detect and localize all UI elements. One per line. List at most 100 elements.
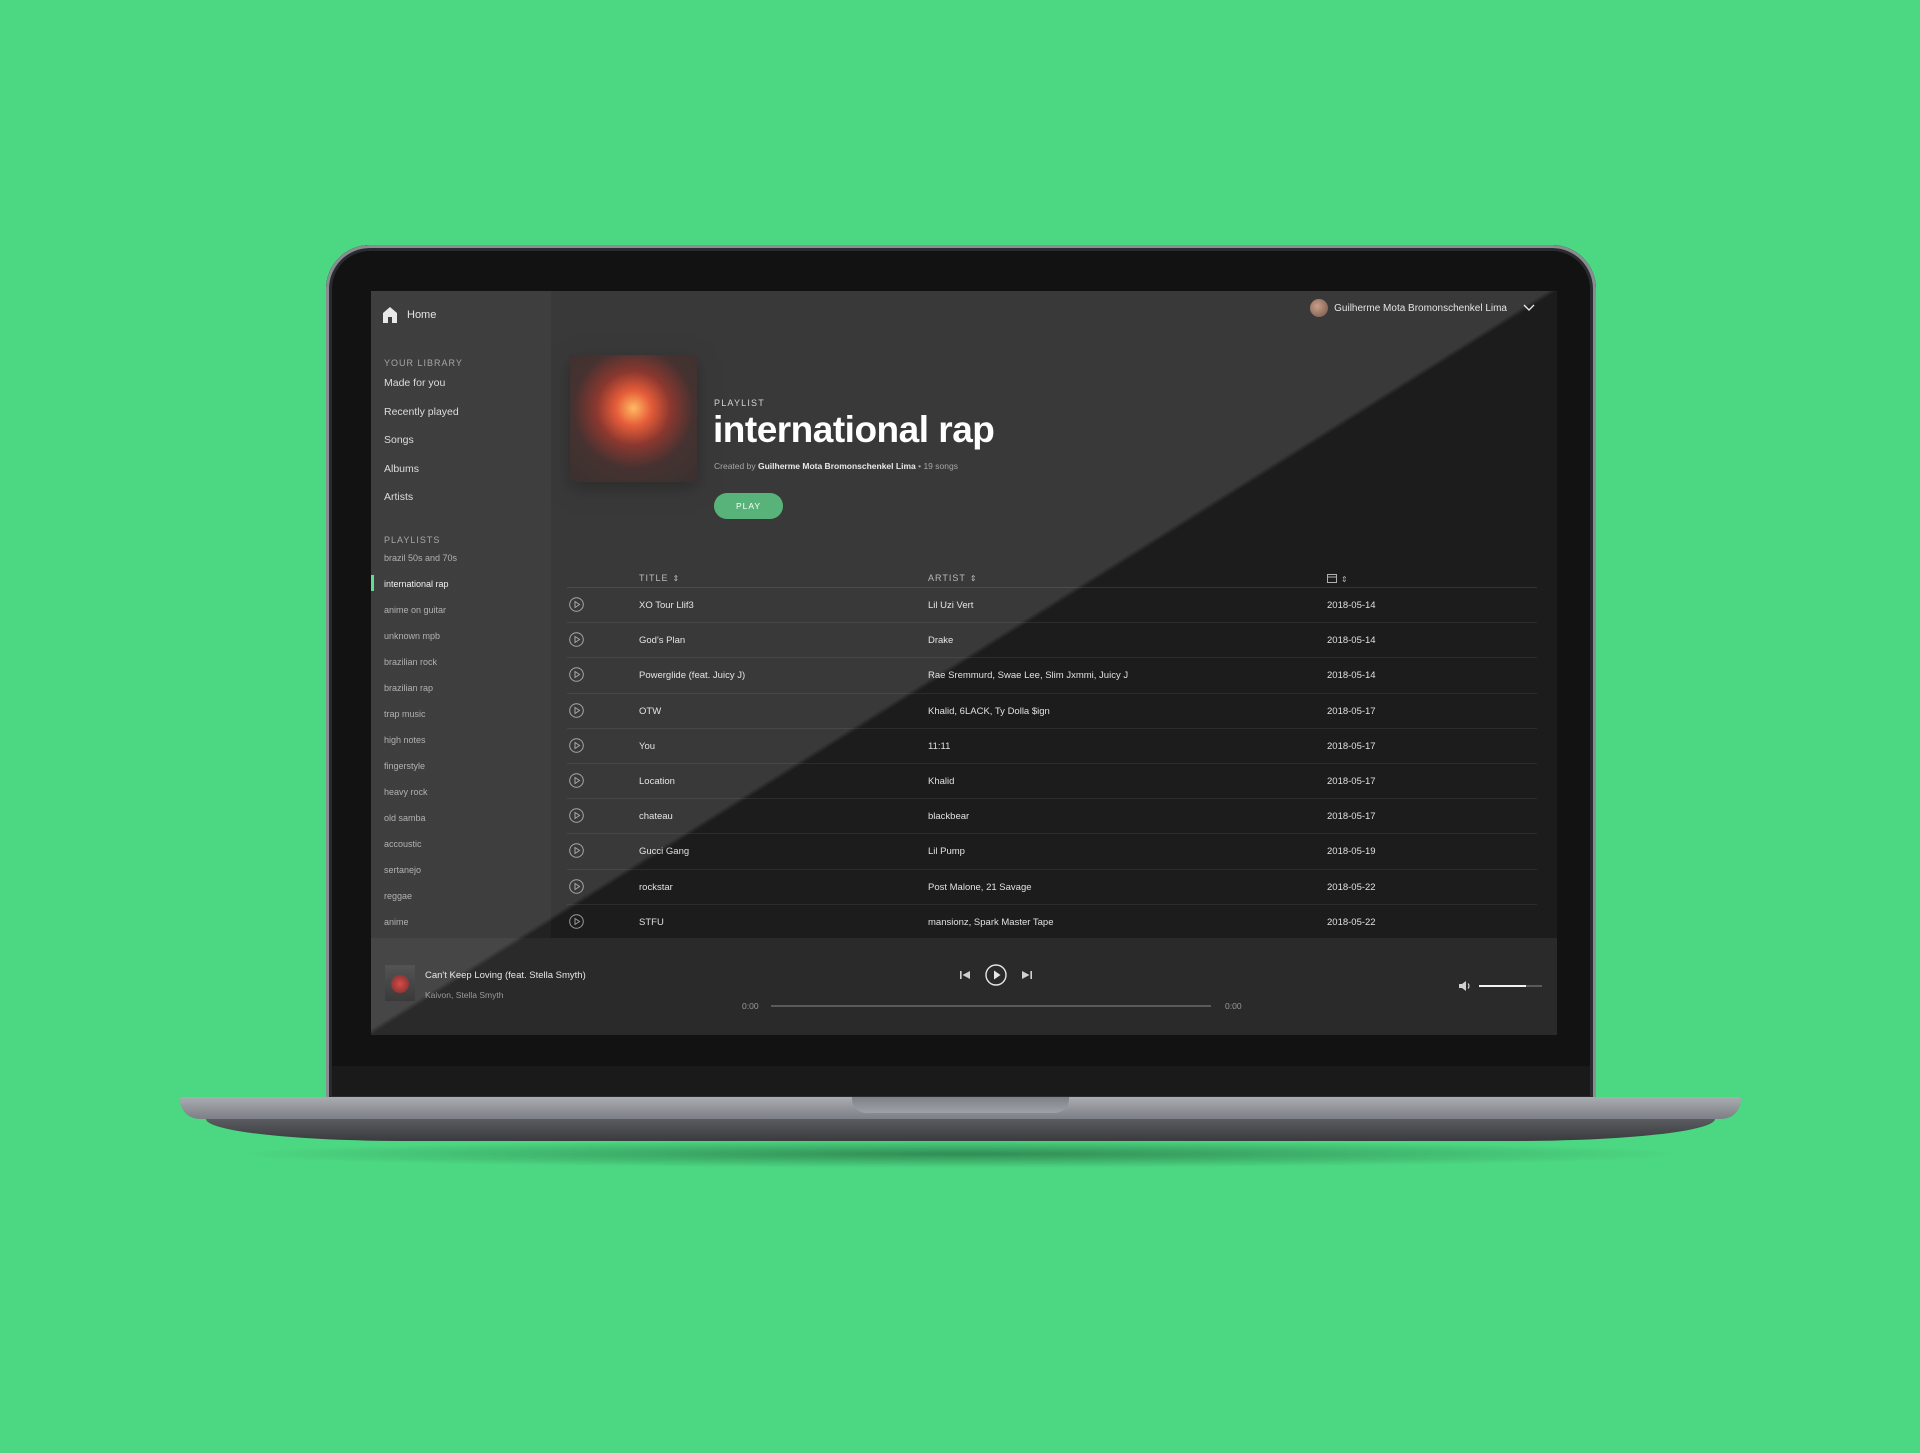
track-title: rockstar (639, 881, 673, 893)
track-title: XO Tour Llif3 (639, 600, 694, 611)
table-row[interactable]: STFU mansionz, Spark Master Tape 2018-05-2… (567, 905, 1537, 940)
playlist-title: international rap (713, 409, 995, 450)
playlist-item-active[interactable]: international rap (371, 575, 457, 605)
sort-icon: ⇕ (672, 574, 681, 583)
playlist-type-label: PLAYLIST (714, 398, 765, 408)
player-bar: Can't Keep Loving (feat. Stella Smyth) K… (371, 938, 1557, 1035)
user-name: Guilherme Mota Bromonschenkel Lima (1334, 302, 1507, 314)
track-artist[interactable]: Drake (928, 635, 953, 646)
tracks-table: TITLE ⇕ ARTIST ⇕ ⇕ XO Tour Llif3 Lil Uzi Ve… (567, 569, 1537, 940)
volume-icon[interactable] (1458, 980, 1472, 992)
track-date-added: 2018-05-17 (1327, 775, 1376, 787)
track-date-added: 2018-05-17 (1327, 705, 1376, 717)
track-date-added: 2018-05-19 (1327, 846, 1376, 858)
track-date-added: 2018-05-14 (1327, 600, 1376, 611)
track-artist[interactable]: 11:11 (928, 741, 950, 752)
playlist-item[interactable]: reggae (384, 891, 457, 917)
calendar-icon (1327, 574, 1337, 583)
now-playing-artist[interactable]: Kaivon, Stella Smyth (425, 990, 503, 1000)
track-title: STFU (639, 916, 664, 928)
playlist-item[interactable]: unknown mpb (384, 631, 457, 657)
library-heading: YOUR LIBRARY (384, 358, 463, 368)
playlist-creator[interactable]: Guilherme Mota Bromonschenkel Lima (758, 461, 916, 471)
play-track-icon[interactable] (569, 667, 584, 683)
column-date-header[interactable]: ⇕ (1327, 573, 1349, 584)
app-screen: Home YOUR LIBRARY Made for you Recently … (371, 291, 1557, 1035)
table-row[interactable]: rockstar Post Malone, 21 Savage 2018-05-22 (567, 870, 1537, 905)
track-artist[interactable]: Khalid, 6LACK, Ty Dolla $ign (928, 706, 1050, 717)
track-artist[interactable]: blackbear (928, 811, 969, 822)
playlist-item[interactable]: heavy rock (384, 787, 457, 813)
play-track-icon[interactable] (569, 808, 584, 823)
play-playlist-button[interactable]: PLAY (714, 493, 783, 519)
track-date-added: 2018-05-17 (1327, 811, 1376, 823)
play-track-icon[interactable] (569, 632, 584, 647)
playlist-item[interactable]: fingerstyle (384, 761, 457, 787)
track-title: Gucci Gang (639, 846, 690, 858)
track-date-added: 2018-05-22 (1327, 916, 1376, 928)
library-item-artists[interactable]: Artists (384, 491, 459, 520)
track-artist[interactable]: Lil Uzi Vert (928, 600, 973, 611)
album-art-graphic (391, 975, 409, 993)
playlist-item[interactable]: brazilian rock (384, 657, 457, 683)
column-title-header[interactable]: TITLE ⇕ (639, 573, 680, 583)
sidebar-home[interactable]: Home (383, 307, 436, 323)
next-icon[interactable] (1021, 969, 1033, 981)
track-title: Location (639, 775, 675, 787)
progress-bar[interactable] (771, 1005, 1211, 1007)
playlist-item[interactable]: brazil 50s and 70s (384, 553, 457, 579)
track-date-added: 2018-05-14 (1327, 635, 1376, 647)
library-item-recently-played[interactable]: Recently played (384, 406, 459, 435)
play-track-icon[interactable] (569, 773, 584, 788)
play-track-icon[interactable] (569, 702, 584, 718)
track-date-added: 2018-05-22 (1327, 881, 1376, 893)
table-row[interactable]: Gucci Gang Lil Pump 2018-05-19 (567, 834, 1537, 870)
column-artist-header[interactable]: ARTIST ⇕ (928, 573, 978, 583)
track-artist[interactable]: Post Malone, 21 Savage (928, 882, 1032, 893)
table-row[interactable]: You 11:11 2018-05-17 (567, 729, 1537, 764)
track-title: You (639, 740, 656, 752)
table-row[interactable]: XO Tour Llif3 Lil Uzi Vert 2018-05-14 (567, 588, 1537, 624)
play-track-icon[interactable] (569, 878, 584, 894)
time-total: 0:00 (1225, 1001, 1242, 1011)
column-title-label: TITLE (639, 573, 669, 583)
track-artist[interactable]: Rae Sremmurd, Swae Lee, Slim Jxmmi, Juic… (928, 670, 1128, 681)
column-artist-label: ARTIST (928, 573, 966, 583)
library-item-albums[interactable]: Albums (384, 463, 459, 492)
table-row[interactable]: OTW Khalid, 6LACK, Ty Dolla $ign 2018-05-1… (567, 694, 1537, 729)
home-icon (383, 307, 397, 323)
track-artist[interactable]: Khalid (928, 776, 954, 787)
playlist-meta: Created by Guilherme Mota Bromonschenkel… (714, 461, 958, 471)
playlist-item[interactable]: brazilian rap (384, 683, 457, 709)
song-count: • 19 songs (918, 461, 958, 471)
volume-slider[interactable] (1479, 985, 1542, 987)
play-track-icon[interactable] (569, 737, 584, 753)
table-row[interactable]: Powerglide (feat. Juicy J) Rae Sremmurd, … (567, 658, 1537, 694)
library-item-made-for-you[interactable]: Made for you (384, 377, 459, 406)
play-track-icon[interactable] (569, 843, 584, 859)
table-row[interactable]: Location Khalid 2018-05-17 (567, 764, 1537, 800)
playlist-item[interactable]: anime on guitar (384, 605, 457, 631)
playlist-item[interactable]: sertanejo (384, 865, 457, 891)
user-menu[interactable]: Guilherme Mota Bromonschenkel Lima (1310, 299, 1535, 317)
playlist-cover (570, 355, 697, 482)
laptop-notch (852, 1097, 1069, 1113)
playlist-item[interactable]: old samba (384, 813, 457, 839)
play-track-icon[interactable] (569, 913, 584, 929)
library-item-songs[interactable]: Songs (384, 434, 459, 463)
chevron-down-icon (1523, 304, 1535, 311)
track-artist[interactable]: Lil Pump (928, 846, 965, 857)
table-row[interactable]: God's Plan Drake 2018-05-14 (567, 623, 1537, 659)
previous-icon[interactable] (959, 969, 971, 981)
laptop-shadow (230, 1140, 1690, 1168)
play-pause-icon[interactable] (985, 964, 1007, 986)
track-artist[interactable]: mansionz, Spark Master Tape (928, 917, 1054, 928)
playlist-item[interactable]: high notes (384, 735, 457, 761)
play-track-icon[interactable] (569, 597, 584, 612)
volume-fill (1479, 985, 1527, 987)
table-row[interactable]: chateau blackbear 2018-05-17 (567, 799, 1537, 835)
avatar (1310, 299, 1329, 317)
playlist-item[interactable]: accoustic (384, 839, 457, 865)
playlist-item[interactable]: trap music (384, 709, 457, 735)
now-playing-title[interactable]: Can't Keep Loving (feat. Stella Smyth) (425, 970, 586, 981)
